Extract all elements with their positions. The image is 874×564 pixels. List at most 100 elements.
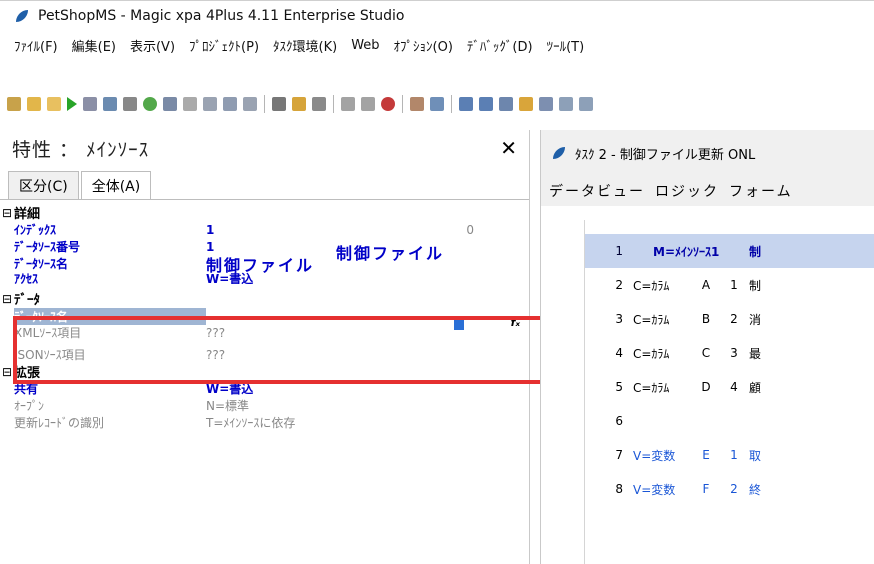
properties-header: 特性 ： ﾒｲﾝｿｰｽ ✕	[0, 130, 529, 166]
row-type: C=ｶﾗﾑ	[633, 278, 670, 293]
row-id: 1	[730, 278, 738, 292]
property-value[interactable]: T=ﾒｲﾝｿｰｽに依存	[206, 414, 526, 431]
property-name: ｵｰﾌﾟﾝ	[14, 399, 45, 413]
property-row[interactable]: ﾃﾞｰﾀｿｰｽ名 制御ファイル	[14, 255, 526, 275]
property-row[interactable]: ｱｸｾｽ W=書込	[14, 272, 526, 284]
row-id: 2	[730, 312, 738, 326]
property-row[interactable]: ｵｰﾌﾟﾝ N=標準	[14, 397, 526, 414]
more-icon[interactable]	[579, 97, 593, 111]
table-icon[interactable]	[203, 97, 217, 111]
tab-logic[interactable]: ロジック	[655, 181, 719, 201]
component-icon[interactable]	[519, 97, 533, 111]
collapse-icon[interactable]: ⊟	[2, 292, 14, 306]
table-row[interactable]: 5 C=ｶﾗﾑ D 4 顧	[585, 370, 874, 404]
copy-icon[interactable]	[499, 97, 513, 111]
form-icon[interactable]	[83, 97, 97, 111]
menu-debug[interactable]: ﾃﾞﾊﾞｯｸﾞ(D)	[467, 36, 533, 55]
wand-icon[interactable]	[292, 97, 306, 111]
run-icon[interactable]	[67, 97, 77, 111]
preview-icon[interactable]	[163, 97, 177, 111]
menu-web[interactable]: Web	[351, 38, 379, 53]
table-row[interactable]: 7 V=変数 E 1 取	[585, 438, 874, 472]
menu-edit[interactable]: 編集(E)	[72, 36, 116, 55]
stop-icon[interactable]	[123, 97, 137, 111]
open-folder-icon[interactable]	[47, 97, 61, 111]
tab-all[interactable]: 全体(A)	[80, 171, 152, 199]
table-row[interactable]: 6	[585, 404, 874, 438]
panel-alt-icon[interactable]	[479, 97, 493, 111]
property-value[interactable]: N=標準	[206, 397, 526, 414]
property-name: ﾃﾞｰﾀｿｰｽ名	[14, 257, 69, 271]
tab-form[interactable]: フォーム	[729, 181, 793, 201]
menu-bar: ﾌｧｲﾙ(F) 編集(E) 表示(V) ﾌﾟﾛｼﾞｪｸﾄ(P) ﾀｽｸ環境(K)…	[0, 32, 874, 58]
tab-data-view[interactable]: データビュー	[549, 181, 645, 201]
menu-project[interactable]: ﾌﾟﾛｼﾞｪｸﾄ(P)	[189, 36, 259, 55]
data-view-grid: 1 M=ﾒｲﾝｿｰｽ1 制 2 C=ｶﾗﾑ A 1 制 3 C=ｶﾗﾑ B 2 …	[541, 220, 874, 564]
toolbar	[0, 92, 874, 116]
row-desc: 消	[749, 312, 762, 327]
property-value[interactable]: W=書込	[206, 272, 526, 284]
expression-icon[interactable]	[312, 97, 326, 111]
row-name: F	[702, 482, 710, 496]
highlight-box	[13, 316, 550, 384]
menu-task-env[interactable]: ﾀｽｸ環境(K)	[273, 36, 337, 55]
table-row[interactable]: 8 V=変数 F 2 終	[585, 472, 874, 506]
table-row[interactable]: 3 C=ｶﾗﾑ B 2 消	[585, 302, 874, 336]
row-type: C=ｶﾗﾑ	[633, 380, 670, 395]
property-name: ﾃﾞｰﾀｿｰｽ番号	[14, 240, 81, 254]
window-icon[interactable]	[103, 97, 117, 111]
grid-alt-icon[interactable]	[361, 97, 375, 111]
category-label: ﾃﾞｰﾀ	[14, 293, 40, 308]
library-icon[interactable]	[539, 97, 553, 111]
menu-options[interactable]: ｵﾌﾟｼｮﾝ(O)	[394, 36, 453, 55]
table-edit-icon[interactable]	[223, 97, 237, 111]
row-number: 2	[615, 278, 623, 292]
row-number: 5	[615, 380, 623, 394]
open-project-icon[interactable]	[27, 97, 41, 111]
row-name: A	[701, 278, 711, 292]
property-name: ｲﾝﾃﾞｯｸｽ	[14, 223, 57, 237]
tab-category[interactable]: 区分(C)	[8, 171, 79, 199]
menu-view[interactable]: 表示(V)	[130, 36, 175, 55]
property-name: ｱｸｾｽ	[14, 272, 39, 284]
property-row[interactable]: ｲﾝﾃﾞｯｸｽ 1 0	[14, 221, 526, 238]
table-row[interactable]: 2 C=ｶﾗﾑ A 1 制	[585, 268, 874, 302]
row-number: 3	[615, 312, 623, 326]
table-view-icon[interactable]	[243, 97, 257, 111]
panel-icon[interactable]	[459, 97, 473, 111]
task-window: ﾀｽｸ 2 - 制御ファイル更新 ONL データビュー ロジック フォーム 1 …	[540, 130, 874, 564]
row-desc: 取	[749, 448, 762, 463]
new-project-icon[interactable]	[7, 97, 21, 111]
row-id: 2	[730, 482, 738, 496]
row-number: 6	[615, 414, 623, 428]
property-name: 更新ﾚｺｰﾄﾞの識別	[14, 416, 105, 430]
grid-icon[interactable]	[341, 97, 355, 111]
row-desc: 最	[749, 346, 762, 361]
model-icon[interactable]	[272, 97, 286, 111]
row-header-column	[541, 220, 585, 564]
category-detail[interactable]: ⊟ 詳細	[2, 204, 526, 223]
row-number: 1	[615, 244, 623, 258]
image-icon[interactable]	[559, 97, 573, 111]
toolbar-separator	[451, 95, 452, 113]
users-icon[interactable]	[410, 97, 424, 111]
menu-tools[interactable]: ﾂｰﾙ(T)	[547, 36, 585, 55]
help-icon[interactable]	[381, 97, 395, 111]
row-number: 7	[615, 448, 623, 462]
property-value[interactable]: 1 0	[206, 223, 526, 237]
magic-app-icon	[553, 147, 565, 159]
category-data[interactable]: ⊟ ﾃﾞｰﾀ	[2, 290, 526, 309]
row-id: 4	[730, 380, 738, 394]
menu-file[interactable]: ﾌｧｲﾙ(F)	[14, 36, 58, 55]
row-name: E	[702, 448, 710, 462]
row-id: 1	[730, 448, 738, 462]
window-title: PetShopMS - Magic xpa 4Plus 4.11 Enterpr…	[38, 7, 405, 24]
android-icon[interactable]	[143, 97, 157, 111]
list-icon[interactable]	[430, 97, 444, 111]
close-icon[interactable]: ✕	[500, 136, 517, 160]
table-row[interactable]: 4 C=ｶﾗﾑ C 3 最	[585, 336, 874, 370]
property-row[interactable]: 更新ﾚｺｰﾄﾞの識別 T=ﾒｲﾝｿｰｽに依存	[14, 414, 526, 431]
table-row[interactable]: 1 M=ﾒｲﾝｿｰｽ1 制	[585, 234, 874, 268]
pause-icon[interactable]	[183, 97, 197, 111]
collapse-icon[interactable]: ⊟	[2, 206, 14, 220]
